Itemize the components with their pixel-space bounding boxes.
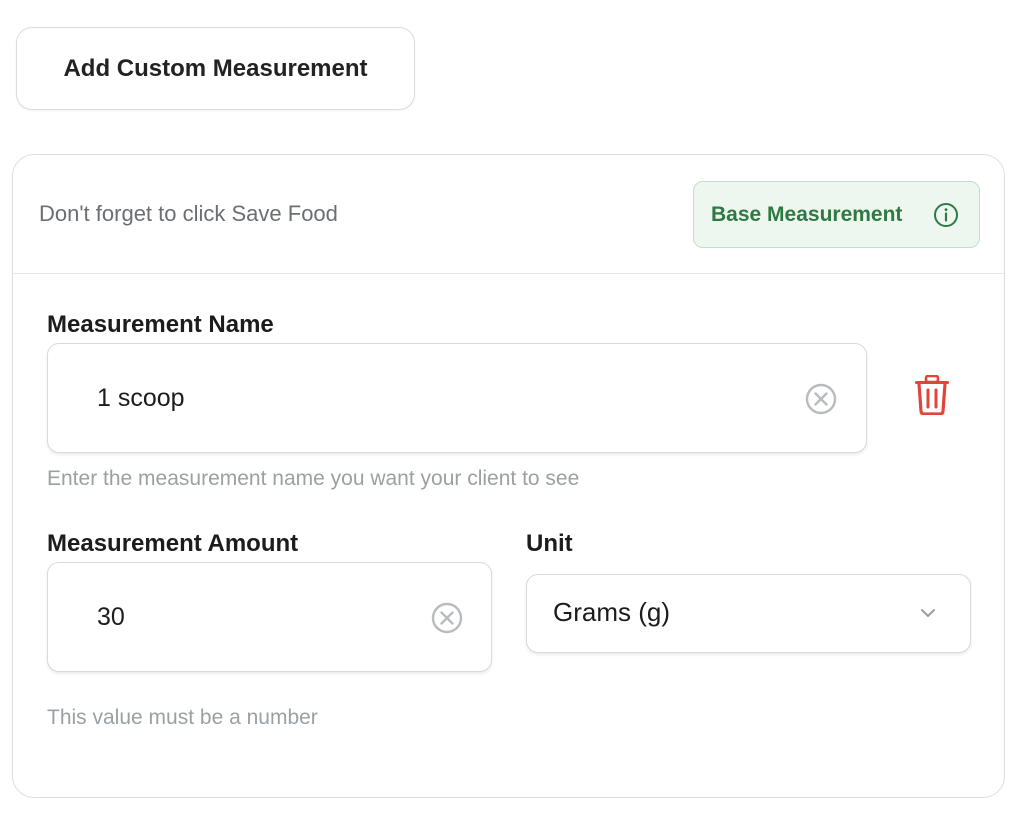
add-custom-measurement-button[interactable]: Add Custom Measurement [16,27,415,110]
measurement-name-input[interactable] [48,344,866,452]
unit-selected-value: Grams (g) [553,597,670,627]
measurement-amount-input[interactable] [48,563,491,671]
unit-select[interactable]: Grams (g) [526,574,971,653]
measurement-amount-label: Measurement Amount [47,530,299,557]
measurement-amount-field[interactable] [47,562,492,672]
measurement-name-field[interactable] [47,343,867,453]
chevron-down-icon [921,609,935,617]
measurement-card: Don't forget to click Save Food Base Mea… [12,154,1005,798]
measurement-amount-helper: This value must be a number [47,706,318,729]
measurement-name-helper: Enter the measurement name you want your… [47,467,580,490]
unit-label: Unit [526,530,573,557]
clear-circle-icon[interactable] [430,601,464,635]
card-header: Don't forget to click Save Food Base Mea… [13,155,1004,274]
clear-circle-icon[interactable] [804,382,838,416]
base-measurement-label: Base Measurement [711,202,903,226]
trash-icon[interactable] [913,375,951,415]
info-icon[interactable] [933,202,959,228]
base-measurement-badge[interactable]: Base Measurement [693,181,980,248]
measurement-name-label: Measurement Name [47,311,274,338]
save-reminder-text: Don't forget to click Save Food [39,201,338,226]
